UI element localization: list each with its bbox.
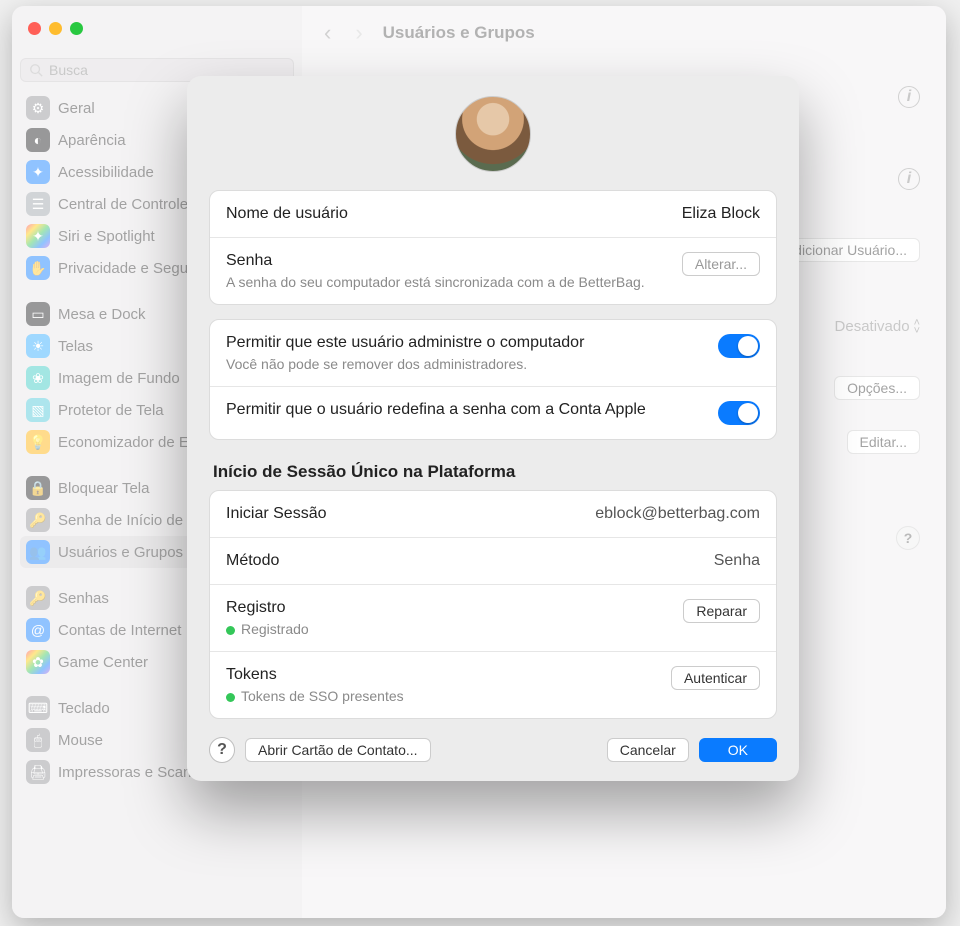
status-dot-icon xyxy=(226,693,235,702)
sso-tokens-status: Tokens de SSO presentes xyxy=(241,688,404,704)
admin-toggle-sub: Você não pode se remover dos administrad… xyxy=(226,356,584,372)
close-window-icon[interactable] xyxy=(28,22,41,35)
sso-tokens-label: Tokens xyxy=(226,666,404,684)
sso-card: Iniciar Sessão eblock@betterbag.com Méto… xyxy=(209,490,777,719)
password-label: Senha xyxy=(226,252,645,270)
username-label: Nome de usuário xyxy=(226,205,348,223)
sso-method-label: Método xyxy=(226,552,279,570)
help-button[interactable]: ? xyxy=(209,737,235,763)
avatar[interactable] xyxy=(455,96,531,172)
username-value: Eliza Block xyxy=(682,205,760,223)
cancel-button[interactable]: Cancelar xyxy=(607,738,689,762)
sso-login-value: eblock@betterbag.com xyxy=(595,505,760,523)
zoom-window-icon[interactable] xyxy=(70,22,83,35)
sso-method-value: Senha xyxy=(714,552,760,570)
apple-reset-toggle[interactable] xyxy=(718,401,760,425)
minimize-window-icon[interactable] xyxy=(49,22,62,35)
password-sub: A senha do seu computador está sincroniz… xyxy=(226,274,645,290)
authenticate-button[interactable]: Autenticar xyxy=(671,666,760,690)
change-password-button[interactable]: Alterar... xyxy=(682,252,760,276)
repair-button[interactable]: Reparar xyxy=(683,599,760,623)
admin-toggle[interactable] xyxy=(718,334,760,358)
modal-footer: ? Abrir Cartão de Contato... Cancelar OK xyxy=(209,737,777,763)
sso-section-title: Início de Sessão Único na Plataforma xyxy=(209,462,777,482)
sso-login-label: Iniciar Sessão xyxy=(226,505,327,523)
ok-button[interactable]: OK xyxy=(699,738,777,762)
sso-register-label: Registro xyxy=(226,599,309,617)
permissions-card: Permitir que este usuário administre o c… xyxy=(209,319,777,440)
identity-card: Nome de usuário Eliza Block Senha A senh… xyxy=(209,190,777,305)
window-controls xyxy=(28,22,83,35)
settings-window: Busca ⚙Geral◐Aparência✦Acessibilidade☰Ce… xyxy=(12,6,946,918)
sso-register-status: Registrado xyxy=(241,621,309,637)
open-contact-card-button[interactable]: Abrir Cartão de Contato... xyxy=(245,738,431,762)
status-dot-icon xyxy=(226,626,235,635)
admin-toggle-label: Permitir que este usuário administre o c… xyxy=(226,334,584,352)
reset-password-label: Permitir que o usuário redefina a senha … xyxy=(226,401,646,419)
user-detail-modal: Nome de usuário Eliza Block Senha A senh… xyxy=(187,76,799,781)
